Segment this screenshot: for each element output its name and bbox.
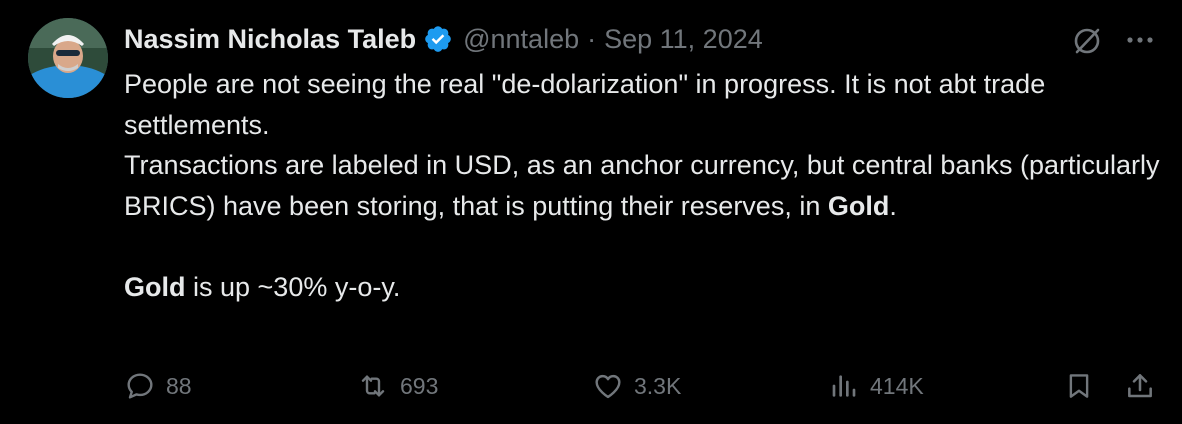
tweet-header: Nassim Nicholas Taleb @nntaleb · Sep 11,… (124, 22, 763, 56)
bookmark-icon (1069, 374, 1089, 398)
tweet-paragraph-1: People are not seeing the real "de-dolar… (124, 69, 1046, 140)
reply-icon (127, 373, 153, 399)
repost-button[interactable]: 693 (356, 366, 438, 406)
action-bar: 88 693 3.3K 414K (0, 366, 1182, 406)
tweet-card[interactable]: Nassim Nicholas Taleb @nntaleb · Sep 11,… (0, 0, 1182, 424)
tweet-bold-text: Gold (124, 271, 186, 302)
heart-icon (595, 374, 621, 399)
tweet-text-segment: is up ~30% y-o-y. (185, 271, 401, 302)
header-separator: · (587, 23, 597, 54)
tweet-bold-text: Gold (827, 190, 890, 221)
repost-icon (361, 375, 385, 397)
tweet-text-segment: . (889, 190, 897, 221)
tweet-date[interactable]: Sep 11, 2024 (604, 24, 763, 55)
share-button[interactable] (1124, 366, 1166, 406)
reply-button[interactable]: 88 (124, 366, 192, 406)
avatar[interactable] (28, 18, 108, 98)
author-handle[interactable]: @nntaleb (463, 24, 579, 55)
repost-count: 693 (400, 372, 439, 399)
tweet-text: People are not seeing the real "de-dolar… (124, 64, 1164, 307)
tweet-text-segment: Transactions are labeled in USD, as an a… (124, 150, 1160, 221)
verified-badge-icon (423, 24, 453, 54)
share-icon (1128, 374, 1152, 398)
views-icon (832, 375, 856, 397)
grok-icon[interactable] (1070, 24, 1104, 58)
views-count: 414K (870, 372, 924, 399)
like-count: 3.3K (634, 372, 682, 399)
author-name[interactable]: Nassim Nicholas Taleb (124, 24, 416, 55)
more-icon[interactable] (1124, 28, 1156, 52)
like-button[interactable]: 3.3K (592, 366, 681, 406)
reply-count: 88 (166, 372, 192, 399)
bookmark-button[interactable] (1064, 366, 1104, 406)
tweet-paragraph-3: Gold is up ~30% y-o-y. (124, 267, 1164, 308)
tweet-paragraph-2: Transactions are labeled in USD, as an a… (124, 145, 1164, 226)
views-button[interactable]: 414K (828, 366, 924, 406)
